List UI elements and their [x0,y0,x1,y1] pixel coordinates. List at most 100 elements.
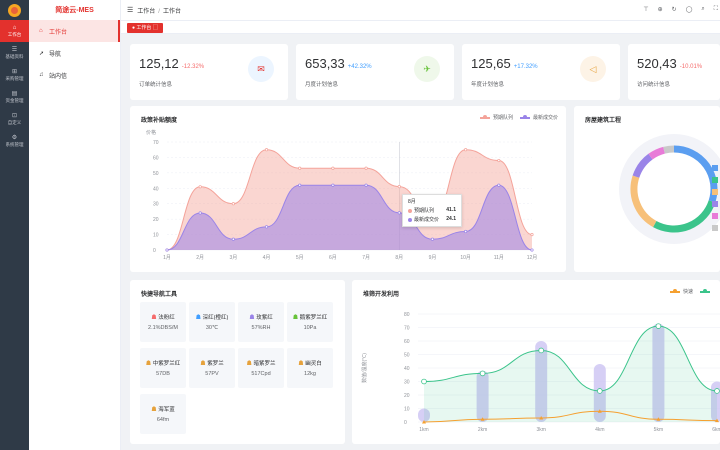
quicknav-label: 紫罗兰 [207,361,224,367]
rail-item-label: 资金管理 [5,97,24,103]
refresh-icon[interactable]: ↻ [672,6,677,13]
quicknav-item[interactable]: ☗ 法粉红 2.1%DBS/M [140,302,186,342]
quicknav-item[interactable]: ☗ 鹅紫罗兰红 10Pa [287,302,333,342]
data-point[interactable] [538,347,545,354]
rail-item[interactable]: ⚙ 系统管理 [0,130,29,152]
legend-swatch[interactable] [712,189,718,195]
data-point[interactable] [231,237,235,241]
stat-value: 653,33 +42.32% [305,56,372,71]
breadcrumb-item: 工作台 [162,8,181,15]
donut-chart-card: 房屋建筑工程 [574,106,720,272]
home-icon: ⌂ [39,28,43,34]
quicknav-name: ☗ 法粉红 [151,313,175,321]
tooltip-label: 最新成交价 [414,217,440,223]
menu-toggle-icon[interactable]: ☰ [127,6,133,14]
y-tick-label: 30 [404,380,410,386]
donut-track [619,134,720,244]
data-point[interactable] [264,148,269,152]
quicknav-label: 暗紫罗兰 [253,361,276,367]
rail-item-label: 基础资料 [5,53,24,59]
data-point[interactable] [530,233,534,237]
data-point[interactable] [597,388,603,394]
cart-icon: ⊞ [11,68,18,75]
data-point[interactable] [497,183,501,187]
donut-slice[interactable] [663,145,675,154]
quicknav-item[interactable]: ☗ 中紫罗兰红 57DB [140,348,186,388]
x-tick-label: 4km [595,427,604,433]
data-point[interactable] [198,211,202,215]
settings-icon[interactable]: ⊕ [658,6,663,13]
sub-menu-item[interactable]: ⌂ 工作台 [29,20,120,42]
legend-swatch[interactable] [712,225,718,231]
legend-swatch[interactable] [712,165,718,171]
data-point[interactable] [331,166,335,170]
search-icon[interactable]: ⌕ [701,6,704,13]
data-point[interactable] [497,158,501,163]
fullscreen-icon[interactable]: ⛶ [714,6,718,13]
quicknav-icon: ☗ [246,361,254,367]
x-tick-label: 1km [419,427,428,433]
y-tick-label: 60 [404,339,410,345]
quicknav-name: ☗ 中紫罗兰红 [146,359,181,367]
quicknav-item[interactable]: ☗ 海军蓝 64fm [140,394,186,434]
data-point[interactable] [397,211,401,215]
data-point[interactable] [165,248,169,252]
legend-swatch[interactable] [712,213,718,219]
data-point[interactable] [264,225,269,229]
data-point[interactable] [479,370,486,377]
top-bar: ☰ 工作台 / 工作台 ⊤ ⊕ ↻ ◯ ⌕ ⛶ [121,0,720,20]
tab-workbench[interactable]: ● 工作台 ▢ [127,23,163,33]
legend-swatch[interactable] [712,201,718,207]
quicknav-item[interactable]: ☗ 幽灵白 12kg [287,348,333,388]
shirt-icon[interactable]: ⊤ [643,6,648,13]
data-point[interactable] [464,229,468,234]
list-icon: ☰ [11,46,18,53]
breadcrumb-item[interactable]: 工作台 [137,9,155,15]
tooltip-value: 41.1 [446,207,456,213]
data-point[interactable] [430,237,435,241]
y-tick-label: 10 [153,233,159,239]
x-tick-label: 6月 [329,255,337,261]
stat-value: 520,43 -10.01% [637,56,702,71]
logo-icon [8,4,21,17]
data-point[interactable] [198,185,202,189]
data-point[interactable] [397,185,401,189]
rail-item[interactable]: ⊞ 采购管理 [0,64,29,86]
data-point[interactable] [364,183,368,187]
data-point[interactable] [655,323,662,329]
data-point[interactable] [331,183,335,187]
data-point[interactable] [298,183,302,187]
quicknav-item[interactable]: ☗ 紫罗兰 57PV [189,348,235,388]
money-icon: ▤ [11,90,18,97]
donut-slice[interactable] [648,146,666,160]
rail-item[interactable]: ☰ 基础资料 [0,42,29,64]
rail-item-label: 采购管理 [5,75,24,81]
legend-swatch[interactable] [712,177,718,183]
quicknav-item[interactable]: ☗ 深红(橙红) 30℃ [189,302,235,342]
rail-item[interactable]: ▤ 资金管理 [0,86,29,108]
sub-menu-label: 工作台 [49,29,68,36]
sub-menu-item[interactable]: ➚ 导航 [29,42,120,64]
data-point[interactable] [530,248,534,252]
rail-item[interactable]: ⌂ 工作台 [0,20,29,42]
quicknav-item[interactable]: ☗ 玫紫红 57%RH [238,302,284,342]
quicknav-item[interactable]: ☗ 暗紫罗兰 517Cpd [238,348,284,388]
github-icon[interactable]: ◯ [686,6,693,13]
y-tick-label: 40 [404,366,410,372]
mixed-chart[interactable]: 数值/温度(℃) 0 10 20 30 40 50 60 70 80 1km 2km 3km 4km 5km… [352,280,720,444]
data-point[interactable] [421,378,427,385]
quicknav-name: ☗ 鹅紫罗兰红 [293,313,328,321]
data-point[interactable] [364,166,368,170]
order-icon: ✉ [248,56,274,82]
sub-menu-item[interactable]: ♫ 站内信 [29,64,120,86]
y-tick-label: 20 [404,393,410,399]
data-point[interactable] [714,388,720,394]
donut-chart[interactable] [574,106,720,272]
area-chart[interactable]: 价格 0 10 20 30 40 50 60 70 1月 2月 3月 4月 5月 6月 7月 8月 9月 10月 11… [130,106,566,272]
data-point[interactable] [464,148,468,152]
data-point[interactable] [231,202,235,206]
rail-item[interactable]: ⊡ 自定义 [0,108,29,130]
data-point[interactable] [298,166,302,170]
tooltip-value: 24.1 [446,216,456,222]
x-tick-label: 3km [536,427,545,433]
